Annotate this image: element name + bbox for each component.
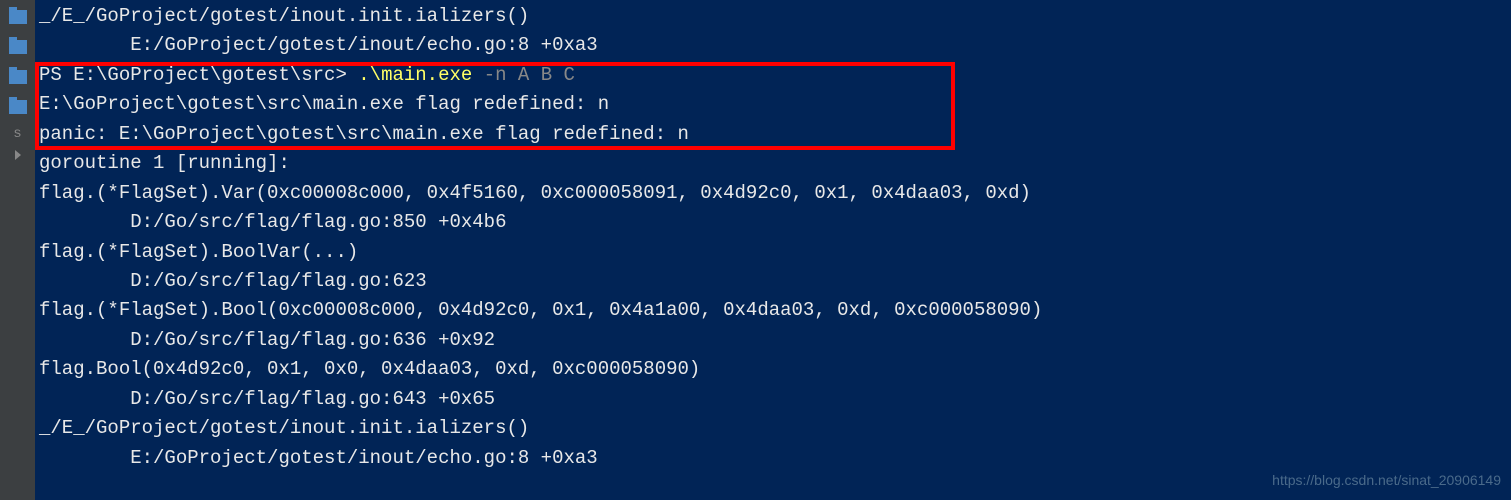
terminal-output-line: _/E_/GoProject/gotest/inout.init.ializer… <box>39 2 1507 31</box>
terminal-output-line: goroutine 1 [running]: <box>39 149 1507 178</box>
sidebar-label: s <box>13 126 21 142</box>
prompt-text: PS E:\GoProject\gotest\src> <box>39 64 358 86</box>
terminal-output-line: D:/Go/src/flag/flag.go:643 +0x65 <box>39 385 1507 414</box>
watermark-text: https://blog.csdn.net/sinat_20906149 <box>1272 470 1501 492</box>
folder-icon[interactable] <box>9 40 27 54</box>
folder-icon[interactable] <box>9 10 27 24</box>
terminal-error-line: E:\GoProject\gotest\src\main.exe flag re… <box>39 90 1507 119</box>
terminal-output-line: _/E_/GoProject/gotest/inout.init.ializer… <box>39 414 1507 443</box>
terminal-command-line: PS E:\GoProject\gotest\src> .\main.exe -… <box>39 61 1507 90</box>
ide-sidebar: s <box>0 0 35 500</box>
terminal-panic-line: panic: E:\GoProject\gotest\src\main.exe … <box>39 120 1507 149</box>
terminal-output-line: flag.(*FlagSet).BoolVar(...) <box>39 238 1507 267</box>
terminal-output-line: flag.Bool(0x4d92c0, 0x1, 0x0, 0x4daa03, … <box>39 355 1507 384</box>
command-args: -n A B C <box>472 64 575 86</box>
folder-icon[interactable] <box>9 100 27 114</box>
command-text: .\main.exe <box>358 64 472 86</box>
terminal-output-line: flag.(*FlagSet).Var(0xc00008c000, 0x4f51… <box>39 179 1507 208</box>
terminal-output-line: E:/GoProject/gotest/inout/echo.go:8 +0xa… <box>39 444 1507 473</box>
folder-icon[interactable] <box>9 70 27 84</box>
terminal-output-line: flag.(*FlagSet).Bool(0xc00008c000, 0x4d9… <box>39 296 1507 325</box>
terminal-output-line: E:/GoProject/gotest/inout/echo.go:8 +0xa… <box>39 31 1507 60</box>
terminal-output-line: D:/Go/src/flag/flag.go:850 +0x4b6 <box>39 208 1507 237</box>
terminal-output-line: D:/Go/src/flag/flag.go:623 <box>39 267 1507 296</box>
chevron-right-icon[interactable] <box>15 150 21 160</box>
terminal-output-line: D:/Go/src/flag/flag.go:636 +0x92 <box>39 326 1507 355</box>
terminal-panel[interactable]: _/E_/GoProject/gotest/inout.init.ializer… <box>35 0 1511 500</box>
